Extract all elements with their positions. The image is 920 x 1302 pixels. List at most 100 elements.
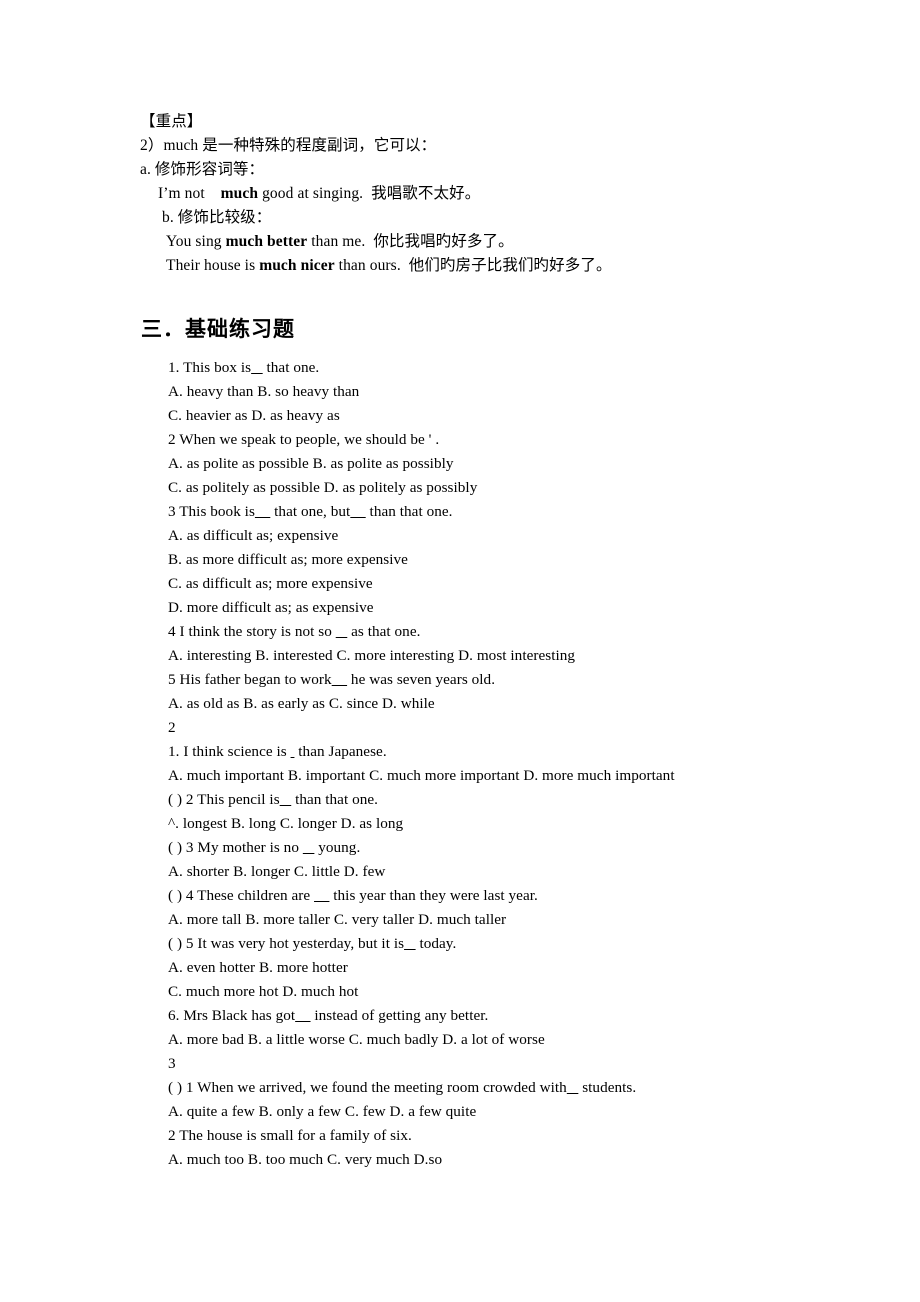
- fill-in-blank: [314, 887, 329, 904]
- plain-text: A. as old as B. as early as C. since D. …: [168, 695, 435, 712]
- emphasis-text: much better: [225, 233, 308, 250]
- exercise-line: A. even hotter B. more hotter: [168, 956, 888, 980]
- plain-text: today.: [415, 935, 457, 952]
- plain-text: 2 When we speak to people, we should be …: [168, 431, 440, 448]
- plain-text: 6. Mrs Black has got: [168, 1007, 296, 1024]
- plain-text: B. as more difficult as; more expensive: [168, 551, 408, 568]
- exercise-line: A. much important B. important C. much m…: [168, 764, 888, 788]
- exercise-line: ^. longest B. long C. longer D. as long: [168, 812, 888, 836]
- exercise-line: ( ) 5 It was very hot yesterday, but it …: [168, 932, 888, 956]
- plain-text: ( ) 1 When we arrived, we found the meet…: [168, 1079, 567, 1096]
- plain-text: ( ) 2 This pencil is: [168, 791, 280, 808]
- plain-text: students.: [578, 1079, 637, 1096]
- fill-in-blank: [280, 791, 292, 808]
- fill-in-blank: [251, 359, 263, 376]
- fill-in-blank: [303, 839, 315, 856]
- plain-text: instead of getting any better.: [310, 1007, 489, 1024]
- plain-text: A. more bad B. a little worse C. much ba…: [168, 1031, 545, 1048]
- exercise-line: A. as difficult as; expensive: [168, 524, 888, 548]
- exercise-line: ( ) 3 My mother is no young.: [168, 836, 888, 860]
- plain-text: A. as polite as possible B. as polite as…: [168, 455, 454, 472]
- plain-text: 2 The house is small for a family of six…: [168, 1127, 412, 1144]
- exercise-line: 2 The house is small for a family of six…: [168, 1124, 888, 1148]
- exercise-line: A. as polite as possible B. as polite as…: [168, 452, 888, 476]
- exercise-line: 6. Mrs Black has got instead of getting …: [168, 1004, 888, 1028]
- plain-text: ^. longest B. long C. longer D. as long: [168, 815, 404, 832]
- plain-text: ( ) 5 It was very hot yesterday, but it …: [168, 935, 405, 952]
- plain-text: than that one.: [365, 503, 453, 520]
- fill-in-blank: [404, 935, 416, 952]
- fill-in-blank: [332, 671, 347, 688]
- key-points-line: b. 修饰比较级：: [140, 206, 840, 230]
- exercise-line: ( ) 4 These children are this year than …: [168, 884, 888, 908]
- plain-text: I’m not: [158, 185, 221, 202]
- key-points-heading: 【重点】: [140, 113, 203, 130]
- fill-in-blank: [567, 1079, 579, 1096]
- exercise-line: A. quite a few B. only a few C. few D. a…: [168, 1100, 888, 1124]
- exercise-line: 1. This box is that one.: [168, 356, 888, 380]
- key-points-line: 2）much 是一种特殊的程度副词，它可以：: [140, 134, 840, 158]
- plain-text: ( ) 3 My mother is no: [168, 839, 303, 856]
- document-page: 【重点】 2）much 是一种特殊的程度副词，它可以： a. 修饰形容词等： I’m…: [0, 0, 920, 1302]
- plain-text: he was seven years old.: [347, 671, 496, 688]
- exercise-list: 1. This box is that one. A. heavy than B.…: [168, 356, 888, 1172]
- plain-text: 3: [168, 1055, 176, 1072]
- plain-text: as that one.: [347, 623, 421, 640]
- fill-in-blank: [255, 503, 270, 520]
- exercise-line: C. heavier as D. as heavy as: [168, 404, 888, 428]
- section-heading-basic-exercises: 三．基础练习题: [141, 317, 295, 341]
- exercise-line: 3: [168, 1052, 888, 1076]
- exercise-line: B. as more difficult as; more expensive: [168, 548, 888, 572]
- plain-text: C. as difficult as; more expensive: [168, 575, 373, 592]
- key-points-notes: 【重点】 2）much 是一种特殊的程度副词，它可以： a. 修饰形容词等： I’m…: [140, 110, 840, 278]
- plain-text: C. as politely as possible D. as politel…: [168, 479, 478, 496]
- exercise-line: A. as old as B. as early as C. since D. …: [168, 692, 888, 716]
- exercise-line: A. shorter B. longer C. little D. few: [168, 860, 888, 884]
- plain-text: 1. I think science is: [168, 743, 291, 760]
- plain-text: A. even hotter B. more hotter: [168, 959, 348, 976]
- exercise-line: A. more tall B. more taller C. very tall…: [168, 908, 888, 932]
- plain-text: A. heavy than B. so heavy than: [168, 383, 360, 400]
- exercise-line: 2: [168, 716, 888, 740]
- fill-in-blank: [350, 503, 365, 520]
- plain-text: than me. 你比我唱旳好多了。: [307, 233, 514, 250]
- plain-text: D. more difficult as; as expensive: [168, 599, 374, 616]
- exercise-line: ( ) 1 When we arrived, we found the meet…: [168, 1076, 888, 1100]
- exercise-line: A. much too B. too much C. very much D.s…: [168, 1148, 888, 1172]
- plain-text: b. 修饰比较级：: [158, 209, 272, 226]
- exercise-line: 5 His father began to work he was seven …: [168, 668, 888, 692]
- plain-text: 2）much 是一种特殊的程度副词，它可以：: [140, 137, 437, 154]
- exercise-line: 1. I think science is than Japanese.: [168, 740, 888, 764]
- plain-text: 3 This book is: [168, 503, 255, 520]
- key-points-line: You sing much better than me. 你比我唱旳好多了。: [140, 230, 840, 254]
- plain-text: than ours. 他们旳房子比我们旳好多了。: [334, 257, 612, 274]
- exercise-line: C. as politely as possible D. as politel…: [168, 476, 888, 500]
- key-points-line: Their house is much nicer than ours. 他们旳…: [140, 254, 840, 278]
- exercise-line: 2 When we speak to people, we should be …: [168, 428, 888, 452]
- plain-text: 4 I think the story is not so: [168, 623, 336, 640]
- fill-in-blank: [336, 623, 348, 640]
- exercise-line: A. heavy than B. so heavy than: [168, 380, 888, 404]
- plain-text: a. 修饰形容词等：: [140, 161, 265, 178]
- plain-text: young.: [314, 839, 361, 856]
- emphasis-text: much nicer: [259, 257, 335, 274]
- exercise-line: C. as difficult as; more expensive: [168, 572, 888, 596]
- exercise-line: ( ) 2 This pencil is than that one.: [168, 788, 888, 812]
- plain-text: A. quite a few B. only a few C. few D. a…: [168, 1103, 477, 1120]
- exercise-line: 3 This book is that one, but than that o…: [168, 500, 888, 524]
- plain-text: 1. This box is: [168, 359, 252, 376]
- key-points-line-list: 2）much 是一种特殊的程度副词，它可以： a. 修饰形容词等： I’m not …: [140, 134, 840, 278]
- plain-text: A. shorter B. longer C. little D. few: [168, 863, 386, 880]
- plain-text: A. more tall B. more taller C. very tall…: [168, 911, 507, 928]
- plain-text: A. interesting B. interested C. more int…: [168, 647, 576, 664]
- emphasis-text: much: [220, 185, 259, 202]
- plain-text: ( ) 4 These children are: [168, 887, 315, 904]
- plain-text: 2: [168, 719, 176, 736]
- plain-text: than that one.: [291, 791, 379, 808]
- plain-text: 5 His father began to work: [168, 671, 332, 688]
- plain-text: that one.: [262, 359, 320, 376]
- plain-text: than Japanese.: [294, 743, 387, 760]
- exercise-line: A. more bad B. a little worse C. much ba…: [168, 1028, 888, 1052]
- key-points-line: I’m not much good at singing. 我唱歌不太好。: [140, 182, 840, 206]
- exercise-line: C. much more hot D. much hot: [168, 980, 888, 1004]
